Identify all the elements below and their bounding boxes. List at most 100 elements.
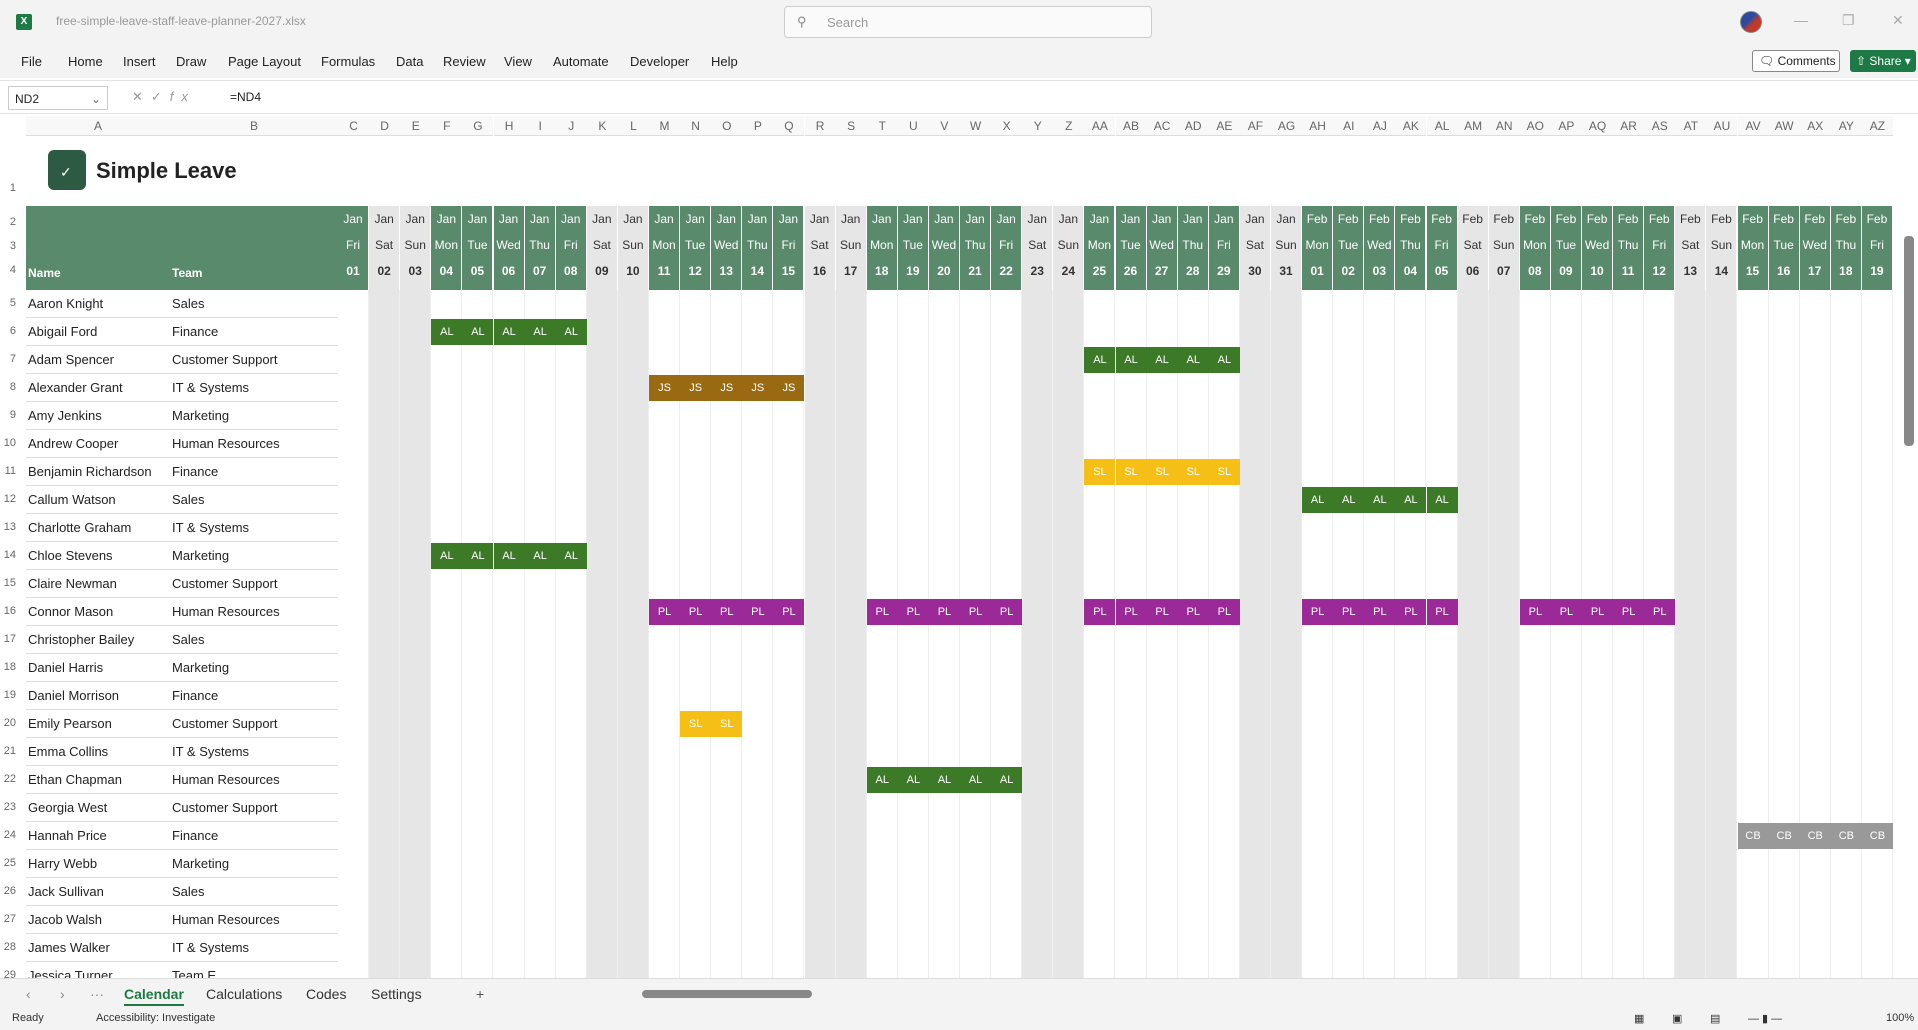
employee-name[interactable]: James Walker xyxy=(28,940,110,955)
tab-prev-icon[interactable]: ‹ xyxy=(26,986,31,1002)
leave-cell[interactable]: SL xyxy=(1146,459,1178,485)
leave-cell[interactable]: AL xyxy=(960,767,992,793)
employee-team[interactable]: Customer Support xyxy=(172,800,278,815)
employee-team[interactable]: IT & Systems xyxy=(172,380,249,395)
employee-team[interactable]: IT & Systems xyxy=(172,744,249,759)
employee-name[interactable]: Benjamin Richardson xyxy=(28,464,152,479)
row-header[interactable]: 11 xyxy=(0,465,26,477)
leave-cell[interactable]: SL xyxy=(1208,459,1240,485)
leave-cell[interactable]: JS xyxy=(711,375,743,401)
row-header[interactable]: 12 xyxy=(0,493,26,505)
leave-cell[interactable]: PL xyxy=(680,599,712,625)
tab-calculations[interactable]: Calculations xyxy=(206,986,282,1002)
leave-cell[interactable]: AL xyxy=(431,543,463,569)
column-header[interactable]: I xyxy=(524,116,556,136)
employee-name[interactable]: Emily Pearson xyxy=(28,716,112,731)
leave-cell[interactable]: PL xyxy=(1519,599,1551,625)
employee-team[interactable]: Customer Support xyxy=(172,352,278,367)
employee-team[interactable]: Human Resources xyxy=(172,772,280,787)
employee-team[interactable]: Human Resources xyxy=(172,912,280,927)
column-header[interactable]: AI xyxy=(1333,116,1365,136)
leave-cell[interactable]: AL xyxy=(1395,487,1427,513)
employee-team[interactable]: Sales xyxy=(172,632,205,647)
file-name[interactable]: free-simple-leave-staff-leave-planner-20… xyxy=(56,14,306,28)
employee-name[interactable]: Andrew Cooper xyxy=(28,436,118,451)
leave-cell[interactable]: CB xyxy=(1799,823,1831,849)
row-header[interactable]: 25 xyxy=(0,857,26,869)
leave-cell[interactable]: PL xyxy=(1302,599,1334,625)
tab-more-icon[interactable]: ··· xyxy=(90,986,104,1002)
restore-icon[interactable]: ❐ xyxy=(1842,12,1855,29)
menu-developer[interactable]: Developer xyxy=(630,54,689,69)
leave-cell[interactable]: SL xyxy=(711,711,743,737)
column-header[interactable]: AC xyxy=(1146,116,1178,136)
leave-cell[interactable]: AL xyxy=(1146,347,1178,373)
page-layout-icon[interactable]: ▣ xyxy=(1672,1012,1682,1025)
column-header[interactable]: X xyxy=(991,116,1023,136)
row-header[interactable]: 27 xyxy=(0,913,26,925)
row-header[interactable]: 24 xyxy=(0,829,26,841)
leave-cell[interactable]: PL xyxy=(1613,599,1645,625)
column-header[interactable]: AX xyxy=(1799,116,1831,136)
leave-cell[interactable]: PL xyxy=(1426,599,1458,625)
leave-cell[interactable]: PL xyxy=(1395,599,1427,625)
column-header-a[interactable]: A xyxy=(26,116,170,136)
row-header[interactable]: 18 xyxy=(0,661,26,673)
column-header[interactable]: AD xyxy=(1177,116,1209,136)
employee-name[interactable]: Hannah Price xyxy=(28,828,107,843)
menu-draw[interactable]: Draw xyxy=(176,54,206,69)
column-header[interactable]: V xyxy=(928,116,960,136)
leave-cell[interactable]: CB xyxy=(1830,823,1862,849)
column-header[interactable]: K xyxy=(586,116,618,136)
share-button[interactable]: ⇧ Share ▾ xyxy=(1850,50,1916,72)
leave-cell[interactable]: AL xyxy=(493,543,525,569)
vertical-scrollbar[interactable] xyxy=(1904,236,1914,446)
leave-cell[interactable]: SL xyxy=(680,711,712,737)
employee-name[interactable]: Harry Webb xyxy=(28,856,97,871)
column-header[interactable]: AJ xyxy=(1364,116,1396,136)
employee-team[interactable]: Finance xyxy=(172,688,218,703)
column-header[interactable]: G xyxy=(462,116,494,136)
employee-name[interactable]: Christopher Bailey xyxy=(28,632,134,647)
employee-name[interactable]: Charlotte Graham xyxy=(28,520,131,535)
row-header[interactable]: 23 xyxy=(0,801,26,813)
row-header[interactable]: 13 xyxy=(0,521,26,533)
row-header[interactable]: 20 xyxy=(0,717,26,729)
leave-cell[interactable]: AL xyxy=(493,319,525,345)
leave-cell[interactable]: AL xyxy=(462,319,494,345)
leave-cell[interactable]: PL xyxy=(711,599,743,625)
leave-cell[interactable]: PL xyxy=(1333,599,1365,625)
leave-cell[interactable]: PL xyxy=(1084,599,1116,625)
menu-help[interactable]: Help xyxy=(711,54,738,69)
employee-name[interactable]: Adam Spencer xyxy=(28,352,114,367)
employee-name[interactable]: Daniel Morrison xyxy=(28,688,119,703)
menu-insert[interactable]: Insert xyxy=(123,54,156,69)
column-header[interactable]: Z xyxy=(1053,116,1085,136)
row-header[interactable]: 7 xyxy=(0,353,26,365)
leave-cell[interactable]: PL xyxy=(742,599,774,625)
menu-data[interactable]: Data xyxy=(396,54,423,69)
employee-team[interactable]: Marketing xyxy=(172,660,229,675)
column-header[interactable]: AL xyxy=(1426,116,1458,136)
row-header[interactable]: 4 xyxy=(0,264,26,276)
column-header[interactable]: J xyxy=(555,116,587,136)
row-header[interactable]: 14 xyxy=(0,549,26,561)
menu-view[interactable]: View xyxy=(504,54,532,69)
search-box[interactable]: ⚲ Search xyxy=(784,6,1152,38)
formula-input[interactable]: =ND4 xyxy=(230,90,261,104)
employee-name[interactable]: Amy Jenkins xyxy=(28,408,102,423)
column-header[interactable]: AW xyxy=(1768,116,1800,136)
column-header[interactable]: S xyxy=(835,116,867,136)
leave-cell[interactable]: PL xyxy=(1550,599,1582,625)
leave-cell[interactable]: AL xyxy=(524,543,556,569)
column-header[interactable]: R xyxy=(804,116,836,136)
row-header[interactable]: 3 xyxy=(0,240,26,252)
employee-name[interactable]: Aaron Knight xyxy=(28,296,103,311)
employee-name[interactable]: Emma Collins xyxy=(28,744,108,759)
column-header[interactable]: AM xyxy=(1457,116,1489,136)
add-sheet-icon[interactable]: + xyxy=(476,986,484,1002)
column-header[interactable]: AV xyxy=(1737,116,1769,136)
employee-team[interactable]: Marketing xyxy=(172,856,229,871)
page-break-icon[interactable]: ▤ xyxy=(1710,1012,1720,1025)
tab-calendar[interactable]: Calendar xyxy=(124,986,184,1006)
